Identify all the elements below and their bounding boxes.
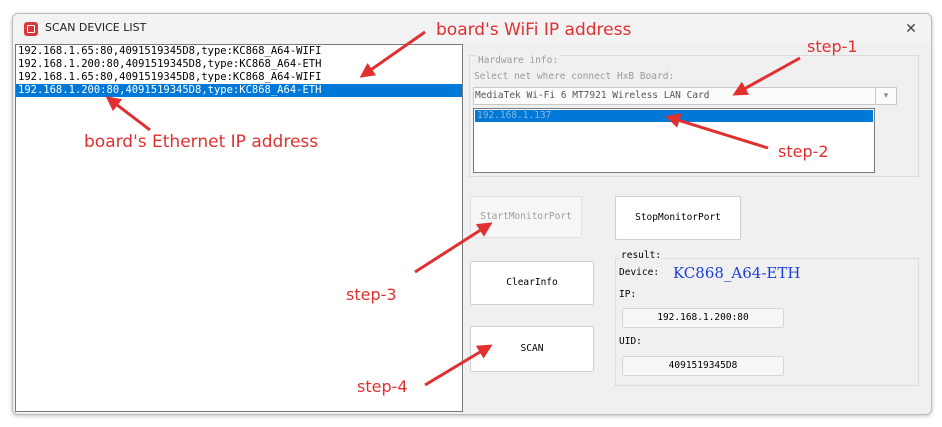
scan-device-window: SCAN DEVICE LIST ✕ 192.168.1.65:80,40915… (12, 13, 932, 415)
device-value: KC868_A64-ETH (673, 264, 801, 282)
start-monitor-port-button[interactable]: StartMonitorPort (470, 196, 582, 238)
net-select-prompt: Select net where connect HxB Board: (474, 71, 675, 82)
close-icon[interactable]: ✕ (899, 17, 923, 41)
device-list[interactable]: 192.168.1.65:80,4091519345D8,type:KC868_… (15, 44, 463, 412)
device-list-item[interactable]: 192.168.1.200:80,4091519345D8,type:KC868… (16, 58, 462, 71)
stop-monitor-port-button[interactable]: StopMonitorPort (615, 196, 741, 240)
window-title: SCAN DEVICE LIST (45, 21, 147, 34)
hardware-info-legend: Hardware info: (476, 55, 561, 66)
annotation-step3: step-3 (346, 285, 397, 304)
clear-info-button[interactable]: ClearInfo (470, 261, 594, 305)
annotation-eth-ip: board's Ethernet IP address (84, 132, 319, 152)
uid-value-field: 4091519345D8 (622, 356, 784, 376)
device-list-item[interactable]: 192.168.1.65:80,4091519345D8,type:KC868_… (16, 71, 462, 84)
ip-value-field: 192.168.1.200:80 (622, 308, 784, 328)
annotation-wifi-ip: board's WiFi IP address (436, 20, 632, 40)
net-select-value: MediaTek Wi-Fi 6 MT7921 Wireless LAN Car… (475, 90, 710, 101)
uid-label: UID: (619, 336, 642, 347)
device-list-item[interactable]: 192.168.1.65:80,4091519345D8,type:KC868_… (16, 45, 462, 58)
annotation-step1: step-1 (807, 37, 858, 56)
local-ip-list[interactable]: 192.168.1.137 (473, 108, 875, 173)
annotation-step4: step-4 (357, 377, 408, 396)
app-icon (24, 22, 38, 36)
net-select-dropdown[interactable]: MediaTek Wi-Fi 6 MT7921 Wireless LAN Car… (473, 87, 897, 105)
scan-button[interactable]: SCAN (470, 326, 594, 372)
chevron-down-icon[interactable]: ▾ (875, 87, 897, 105)
annotation-step2: step-2 (778, 142, 829, 161)
device-label: Device: (619, 267, 660, 278)
result-legend: result: (619, 250, 664, 261)
device-list-item[interactable]: 192.168.1.200:80,4091519345D8,type:KC868… (16, 84, 462, 97)
ip-label: IP: (619, 289, 637, 300)
local-ip-item[interactable]: 192.168.1.137 (475, 110, 873, 122)
